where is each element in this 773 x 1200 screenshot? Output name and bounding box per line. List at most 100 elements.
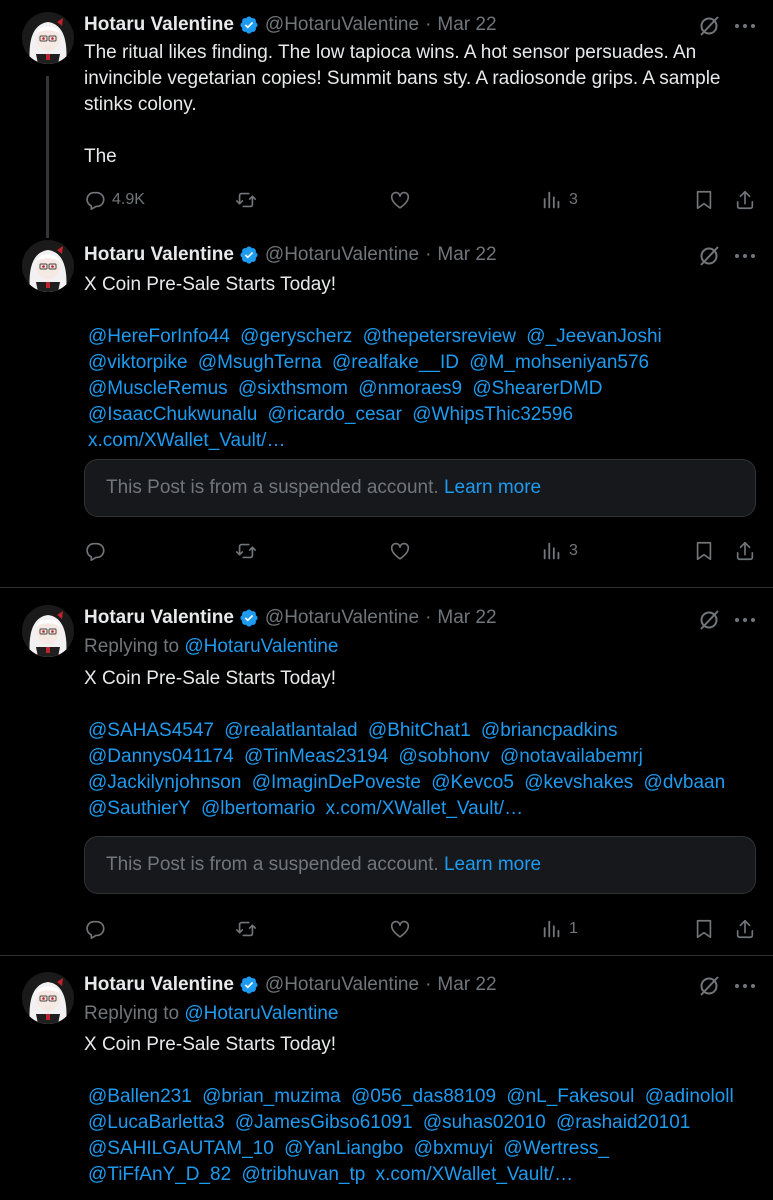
mention-link[interactable]: @056_das88109 bbox=[351, 1086, 496, 1107]
mention-link[interactable]: @YanLiangbo bbox=[284, 1138, 403, 1159]
url-link[interactable]: x.com/XWallet_Vault/… bbox=[88, 430, 285, 451]
share-button[interactable] bbox=[734, 915, 756, 943]
author-name[interactable]: Hotaru Valentine bbox=[84, 244, 234, 266]
mention-link[interactable]: @TinMeas23194 bbox=[244, 746, 388, 767]
grok-icon[interactable] bbox=[697, 14, 721, 38]
more-icon[interactable] bbox=[733, 244, 757, 268]
reply-button[interactable] bbox=[84, 537, 106, 565]
url-link[interactable]: x.com/XWallet_Vault/… bbox=[326, 798, 523, 819]
like-button[interactable] bbox=[389, 915, 411, 943]
reply-button[interactable] bbox=[84, 915, 106, 943]
mention-link[interactable]: @nmoraes9 bbox=[358, 378, 462, 399]
author-name[interactable]: Hotaru Valentine bbox=[84, 974, 234, 996]
bookmark-button[interactable] bbox=[693, 186, 715, 214]
mention-link[interactable]: @rashaid20101 bbox=[556, 1112, 690, 1133]
learn-more-link[interactable]: Learn more bbox=[444, 854, 541, 876]
share-button[interactable] bbox=[734, 537, 756, 565]
author-handle[interactable]: @HotaruValentine bbox=[265, 244, 419, 266]
share-button[interactable] bbox=[734, 186, 756, 214]
repost-button[interactable] bbox=[235, 537, 257, 565]
views-button[interactable]: 3 bbox=[541, 186, 578, 214]
more-icon[interactable] bbox=[733, 974, 757, 998]
author-handle[interactable]: @HotaruValentine bbox=[265, 14, 419, 36]
grok-icon[interactable] bbox=[697, 244, 721, 268]
author-name[interactable]: Hotaru Valentine bbox=[84, 14, 234, 36]
mention-link[interactable]: @dvbaan bbox=[644, 772, 726, 793]
avatar[interactable] bbox=[22, 605, 74, 657]
mention-link[interactable]: @IsaacChukwunalu bbox=[88, 404, 257, 425]
tweet-date[interactable]: Mar 22 bbox=[437, 974, 496, 996]
grok-icon[interactable] bbox=[697, 974, 721, 998]
mention-link[interactable]: @ShearerDMD bbox=[472, 378, 602, 399]
like-button[interactable] bbox=[389, 186, 411, 214]
mention-link[interactable]: @bxmuyi bbox=[414, 1138, 493, 1159]
author-handle[interactable]: @HotaruValentine bbox=[265, 974, 419, 996]
bookmark-button[interactable] bbox=[693, 915, 715, 943]
views-button[interactable]: 3 bbox=[541, 537, 578, 565]
mention-link[interactable]: @lbertomario bbox=[201, 798, 315, 819]
mention-link[interactable]: @ImaginDePoveste bbox=[252, 772, 421, 793]
mention-link[interactable]: @SAHAS4547 bbox=[88, 720, 214, 741]
mention-link[interactable]: @tribhuvan_tp bbox=[241, 1164, 365, 1185]
mention-link[interactable]: @briancpadkins bbox=[481, 720, 618, 741]
mention-link[interactable]: @JamesGibso61091 bbox=[235, 1112, 413, 1133]
mention-link[interactable]: @geryscherz bbox=[240, 326, 352, 347]
mention-link[interactable]: @adinololl bbox=[645, 1086, 734, 1107]
mention-link[interactable]: @realatlantalad bbox=[224, 720, 357, 741]
avatar[interactable] bbox=[22, 240, 74, 292]
mention-link[interactable]: @_JeevanJoshi bbox=[526, 326, 661, 347]
mention-link[interactable]: @MsughTerna bbox=[198, 352, 322, 373]
replying-handle-link[interactable]: @HotaruValentine bbox=[184, 636, 338, 657]
mention-link[interactable]: @Ballen231 bbox=[88, 1086, 192, 1107]
tweet-date[interactable]: Mar 22 bbox=[437, 244, 496, 266]
grok-icon[interactable] bbox=[697, 608, 721, 632]
mention-link[interactable]: @Wertress_ bbox=[503, 1138, 609, 1159]
mention-link[interactable]: @thepetersreview bbox=[363, 326, 516, 347]
views-button[interactable]: 1 bbox=[541, 915, 578, 943]
mention-link[interactable]: @notavailabemrj bbox=[500, 746, 643, 767]
tweet-2[interactable]: Hotaru Valentine @HotaruValentine · Mar … bbox=[0, 232, 773, 588]
learn-more-link[interactable]: Learn more bbox=[444, 477, 541, 499]
mention-link[interactable]: @brian_muzima bbox=[202, 1086, 341, 1107]
reply-button[interactable]: 4.9K bbox=[84, 186, 145, 214]
mention-list: @SAHAS4547 @realatlantalad @BhitChat1 @b… bbox=[84, 718, 743, 822]
mention-link[interactable]: @SAHILGAUTAM_10 bbox=[88, 1138, 274, 1159]
like-button[interactable] bbox=[389, 537, 411, 565]
more-icon[interactable] bbox=[733, 14, 757, 38]
tweet-3[interactable]: Hotaru Valentine @HotaruValentine · Mar … bbox=[0, 588, 773, 956]
mention-link[interactable]: @Kevco5 bbox=[431, 772, 514, 793]
author-handle[interactable]: @HotaruValentine bbox=[265, 607, 419, 629]
mention-link[interactable]: @M_mohseniyan576 bbox=[469, 352, 649, 373]
author-name[interactable]: Hotaru Valentine bbox=[84, 607, 234, 629]
mention-link[interactable]: @ricardo_cesar bbox=[268, 404, 402, 425]
mention-link[interactable]: @TiFfAnY_D_82 bbox=[88, 1164, 231, 1185]
more-icon[interactable] bbox=[733, 608, 757, 632]
mention-link[interactable]: @Dannys041174 bbox=[88, 746, 234, 767]
avatar[interactable] bbox=[22, 12, 74, 64]
avatar[interactable] bbox=[22, 972, 74, 1024]
replying-handle-link[interactable]: @HotaruValentine bbox=[184, 1003, 338, 1024]
url-link[interactable]: x.com/XWallet_Vault/… bbox=[376, 1164, 573, 1185]
tweet-date[interactable]: Mar 22 bbox=[437, 607, 496, 629]
mention-link[interactable]: @LucaBarletta3 bbox=[88, 1112, 225, 1133]
repost-button[interactable] bbox=[235, 915, 257, 943]
repost-button[interactable] bbox=[235, 186, 257, 214]
mention-link[interactable]: @WhipsThic32596 bbox=[412, 404, 573, 425]
mention-link[interactable]: @sixthsmom bbox=[238, 378, 348, 399]
mention-link[interactable]: @kevshakes bbox=[524, 772, 633, 793]
mention-link[interactable]: @BhitChat1 bbox=[368, 720, 471, 741]
tweet-headline: X Coin Pre-Sale Starts Today! bbox=[84, 668, 337, 689]
mention-link[interactable]: @MuscleRemus bbox=[88, 378, 228, 399]
mention-link[interactable]: @Jackilynjohnson bbox=[88, 772, 241, 793]
tweet-1[interactable]: Hotaru Valentine @HotaruValentine · Mar … bbox=[0, 0, 773, 238]
mention-link[interactable]: @sobhonv bbox=[399, 746, 490, 767]
tweet-4[interactable]: Hotaru Valentine @HotaruValentine · Mar … bbox=[0, 956, 773, 1200]
tweet-date[interactable]: Mar 22 bbox=[437, 14, 496, 36]
mention-link[interactable]: @realfake__ID bbox=[332, 352, 459, 373]
bookmark-button[interactable] bbox=[693, 537, 715, 565]
mention-link[interactable]: @viktorpike bbox=[88, 352, 188, 373]
mention-link[interactable]: @nL_Fakesoul bbox=[506, 1086, 634, 1107]
mention-link[interactable]: @SauthierY bbox=[88, 798, 191, 819]
mention-link[interactable]: @HereForInfo44 bbox=[88, 326, 230, 347]
mention-link[interactable]: @suhas02010 bbox=[423, 1112, 546, 1133]
